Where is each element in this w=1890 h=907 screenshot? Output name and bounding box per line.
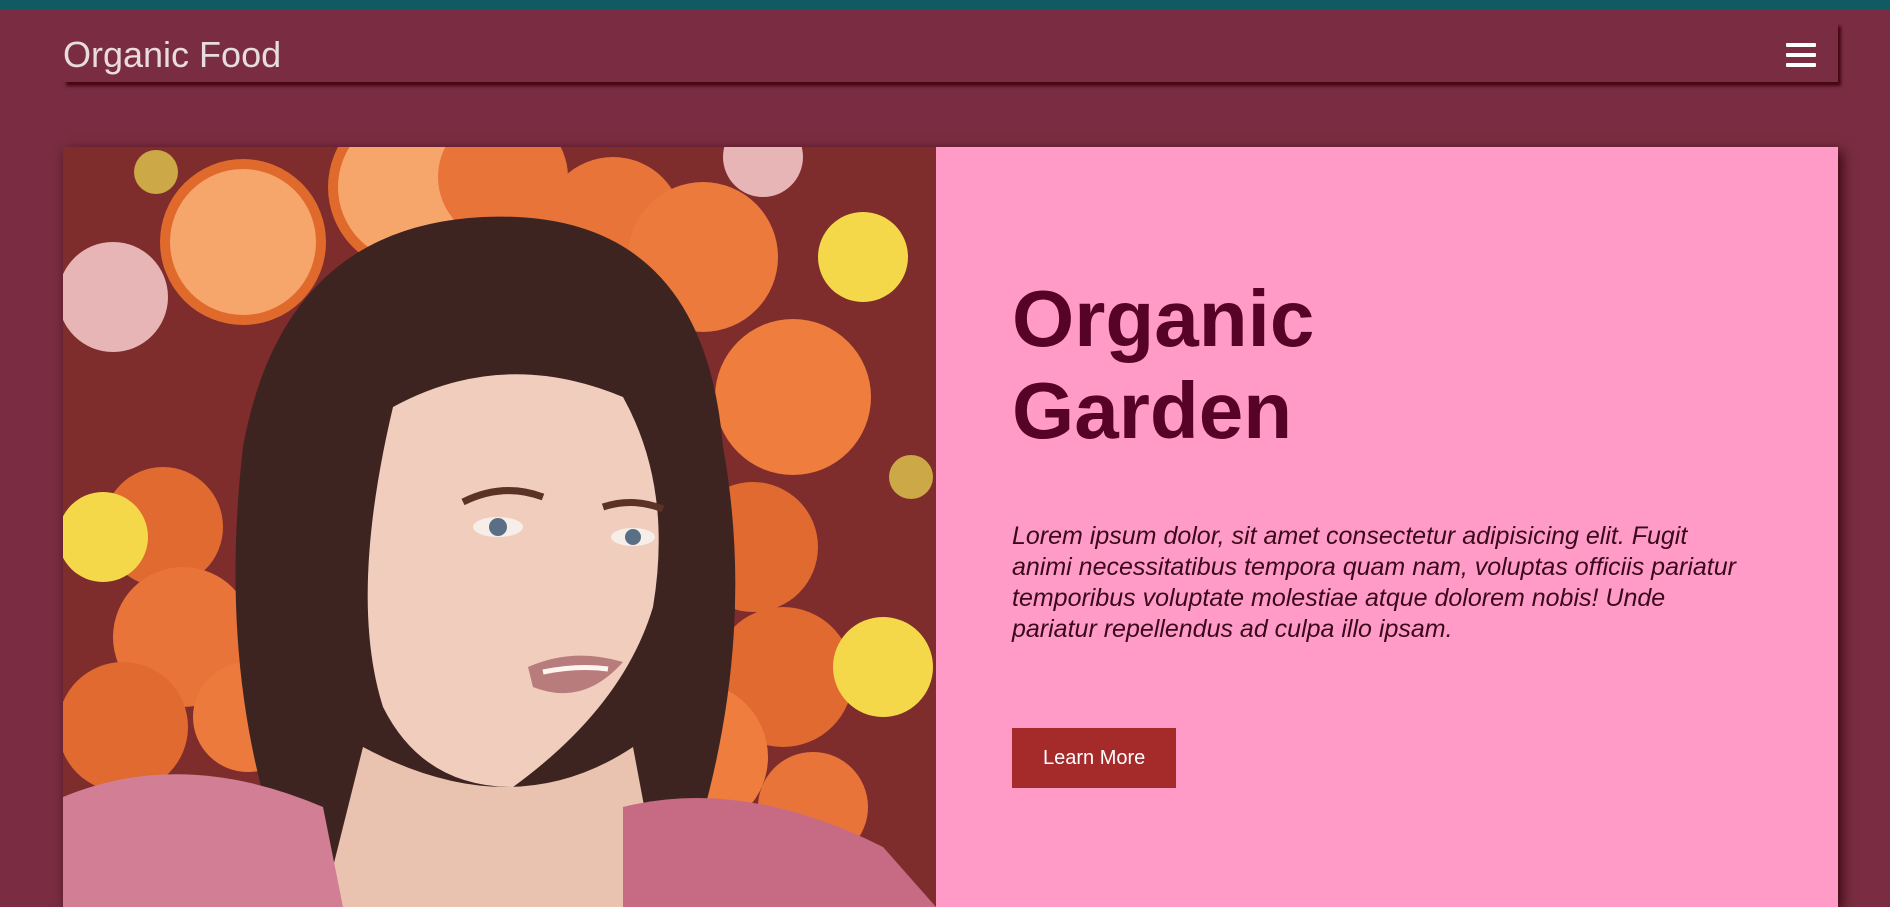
hero-content-panel: Organic Garden Lorem ipsum dolor, sit am…: [936, 147, 1838, 907]
hero-description: Lorem ipsum dolor, sit amet consectetur …: [1012, 522, 1736, 643]
hero-photo-illustration: [63, 147, 936, 907]
hero-section: Organic Garden Lorem ipsum dolor, sit am…: [63, 147, 1838, 907]
hamburger-menu-icon[interactable]: [1786, 43, 1816, 67]
learn-more-button[interactable]: Learn More: [1012, 728, 1177, 788]
hero-photo: [63, 147, 936, 907]
menu-line: [1786, 53, 1816, 57]
menu-line: [1786, 43, 1816, 47]
navbar: Organic Food: [63, 22, 1838, 82]
hero-title: Organic Garden: [1012, 274, 1315, 455]
brand-logo[interactable]: Organic Food: [63, 28, 281, 76]
top-accent-strip: [0, 0, 1890, 9]
menu-line: [1786, 63, 1816, 67]
